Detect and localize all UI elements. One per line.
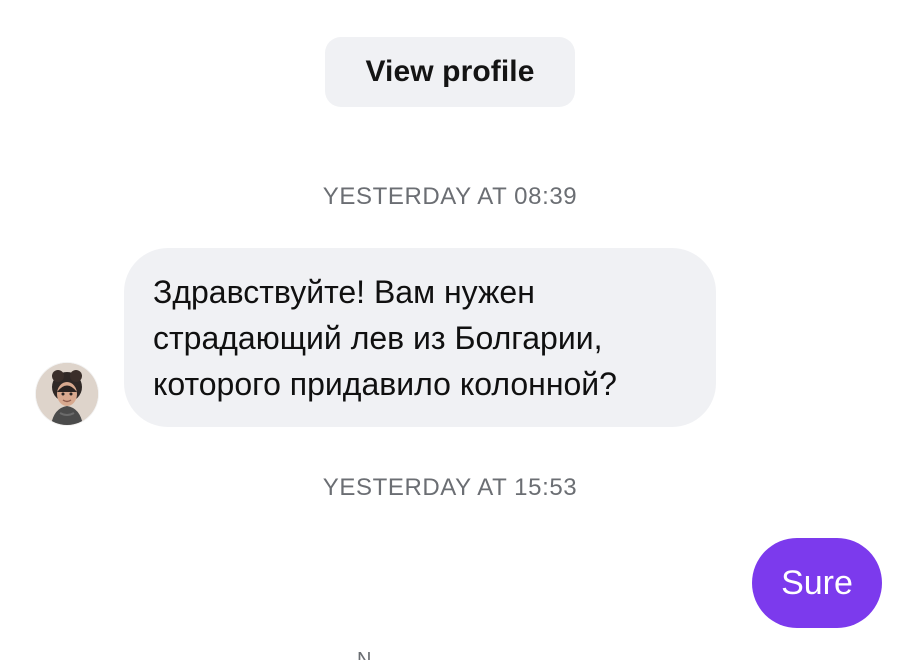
- message-timestamp: YESTERDAY AT 08:39: [322, 183, 578, 210]
- message-text-line: Здравствуйте! Вам нужен: [153, 274, 535, 310]
- avatar[interactable]: [36, 363, 98, 425]
- view-profile-button[interactable]: View profile: [325, 37, 575, 107]
- message-text-line: страдающий лев из Болгарии,: [153, 320, 603, 356]
- incoming-message-bubble[interactable]: Здравствуйте! Вам нужен страдающий лев и…: [124, 248, 716, 427]
- partial-status-text: N: [357, 649, 372, 660]
- message-timestamp: YESTERDAY AT 15:53: [322, 474, 578, 501]
- message-text-line: которого придавило колонной?: [153, 366, 617, 402]
- outgoing-message-bubble[interactable]: Sure: [752, 538, 882, 628]
- user-avatar-icon: [36, 363, 98, 425]
